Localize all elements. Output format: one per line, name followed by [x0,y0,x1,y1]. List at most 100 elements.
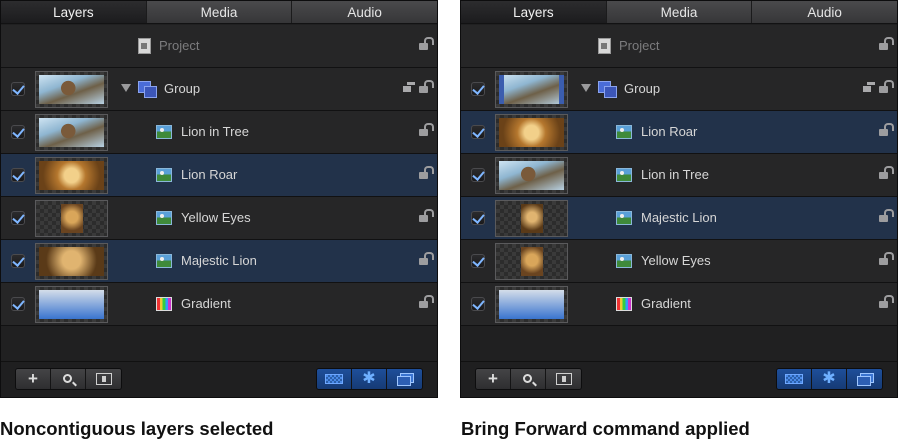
layer-row[interactable]: Gradient [1,283,437,326]
lock-icon[interactable] [877,123,891,137]
frame-icon [555,373,572,385]
lock-icon[interactable] [417,252,431,266]
layer-row[interactable]: Lion in Tree [1,111,437,154]
search-button[interactable] [51,369,86,389]
search-button[interactable] [511,369,546,389]
layer-row[interactable]: Yellow Eyes [461,240,897,283]
layer-thumbnail [495,243,568,280]
visibility-checkbox[interactable] [471,82,485,96]
layer-row[interactable]: Yellow Eyes [1,197,437,240]
lock-icon[interactable] [417,295,431,309]
group-icon [598,81,617,98]
layer-row[interactable]: Gradient [461,283,897,326]
visibility-checkbox[interactable] [471,211,485,225]
visibility-checkbox[interactable] [471,297,485,311]
lock-icon[interactable] [877,166,891,180]
layer-row[interactable]: Lion Roar [461,111,897,154]
visibility-checkbox[interactable] [11,254,25,268]
project-label: Project [619,38,660,53]
layer-actions-group: + [15,368,122,390]
lock-icon[interactable] [417,123,431,137]
layer-thumbnail [35,114,108,151]
plus-icon: + [28,369,38,388]
caption-left: Noncontiguous layers selected [0,418,274,439]
project-row[interactable]: Project [461,25,897,68]
tab-layers[interactable]: Layers [461,1,607,23]
layer-row[interactable]: Majestic Lion [461,197,897,240]
show-thumbnails-toggle[interactable] [777,369,812,389]
tab-media[interactable]: Media [146,1,293,23]
lock-icon[interactable] [417,37,431,51]
panel-tab-bar: Layers Media Audio [1,1,437,24]
layer-name: Gradient [181,296,231,311]
show-thumbnails-toggle[interactable] [317,369,352,389]
layer-thumbnail [495,200,568,237]
image-layer-icon [156,125,172,139]
visibility-checkbox[interactable] [471,125,485,139]
caption-right: Bring Forward command applied [461,418,750,439]
tab-media[interactable]: Media [606,1,753,23]
layers-toolbar: + ✱ [461,361,897,397]
lock-icon[interactable] [877,80,891,94]
layer-row[interactable]: Lion Roar [1,154,437,197]
add-button[interactable]: + [16,369,51,389]
lock-icon[interactable] [877,37,891,51]
lock-icon[interactable] [417,209,431,223]
layer-thumbnail [495,286,568,323]
tab-audio[interactable]: Audio [292,1,437,23]
plus-icon: + [488,369,498,388]
layer-name: Lion in Tree [181,124,249,139]
visibility-checkbox[interactable] [471,254,485,268]
frame-button[interactable] [86,369,121,389]
layer-thumbnail [35,157,108,194]
visibility-checkbox[interactable] [471,168,485,182]
lock-icon[interactable] [877,252,891,266]
layer-thumbnail [35,286,108,323]
layer-name: Lion in Tree [641,167,709,182]
lock-icon[interactable] [417,166,431,180]
group-controls-icon[interactable] [403,82,415,92]
layer-thumbnail [495,114,568,151]
visibility-checkbox[interactable] [11,82,25,96]
image-layer-icon [616,211,632,225]
display-toggles-group: ✱ [776,368,883,390]
visibility-checkbox[interactable] [11,297,25,311]
layer-row[interactable]: Lion in Tree [461,154,897,197]
visibility-checkbox[interactable] [11,125,25,139]
group-row[interactable]: Group [1,68,437,111]
project-label: Project [159,38,200,53]
layer-thumbnail [495,157,568,194]
visibility-checkbox[interactable] [11,168,25,182]
gradient-icon [616,297,632,311]
tab-audio[interactable]: Audio [752,1,897,23]
group-label: Group [164,81,201,96]
tab-layers[interactable]: Layers [1,1,147,23]
layer-actions-group: + [475,368,582,390]
layer-name: Majestic Lion [641,210,717,225]
lock-icon[interactable] [417,80,431,94]
add-button[interactable]: + [476,369,511,389]
project-row[interactable]: Project [1,25,437,68]
group-controls-icon[interactable] [863,82,875,92]
show-behaviors-toggle[interactable]: ✱ [812,369,847,389]
image-layer-icon [156,211,172,225]
layer-name: Majestic Lion [181,253,257,268]
show-behaviors-toggle[interactable]: ✱ [352,369,387,389]
frame-icon [95,373,112,385]
layers-toolbar: + ✱ [1,361,437,397]
lock-icon[interactable] [877,209,891,223]
layer-row[interactable]: Majestic Lion [1,240,437,283]
show-masks-toggle[interactable] [387,369,422,389]
group-icon [138,81,157,98]
layer-name: Gradient [641,296,691,311]
frame-button[interactable] [546,369,581,389]
show-masks-toggle[interactable] [847,369,882,389]
group-row[interactable]: Group [461,68,897,111]
disclosure-triangle-icon[interactable] [581,84,591,92]
lock-icon[interactable] [877,295,891,309]
layer-thumbnail [35,71,108,108]
disclosure-triangle-icon[interactable] [121,84,131,92]
visibility-checkbox[interactable] [11,211,25,225]
gear-icon: ✱ [822,370,836,387]
layer-name: Lion Roar [641,124,698,139]
